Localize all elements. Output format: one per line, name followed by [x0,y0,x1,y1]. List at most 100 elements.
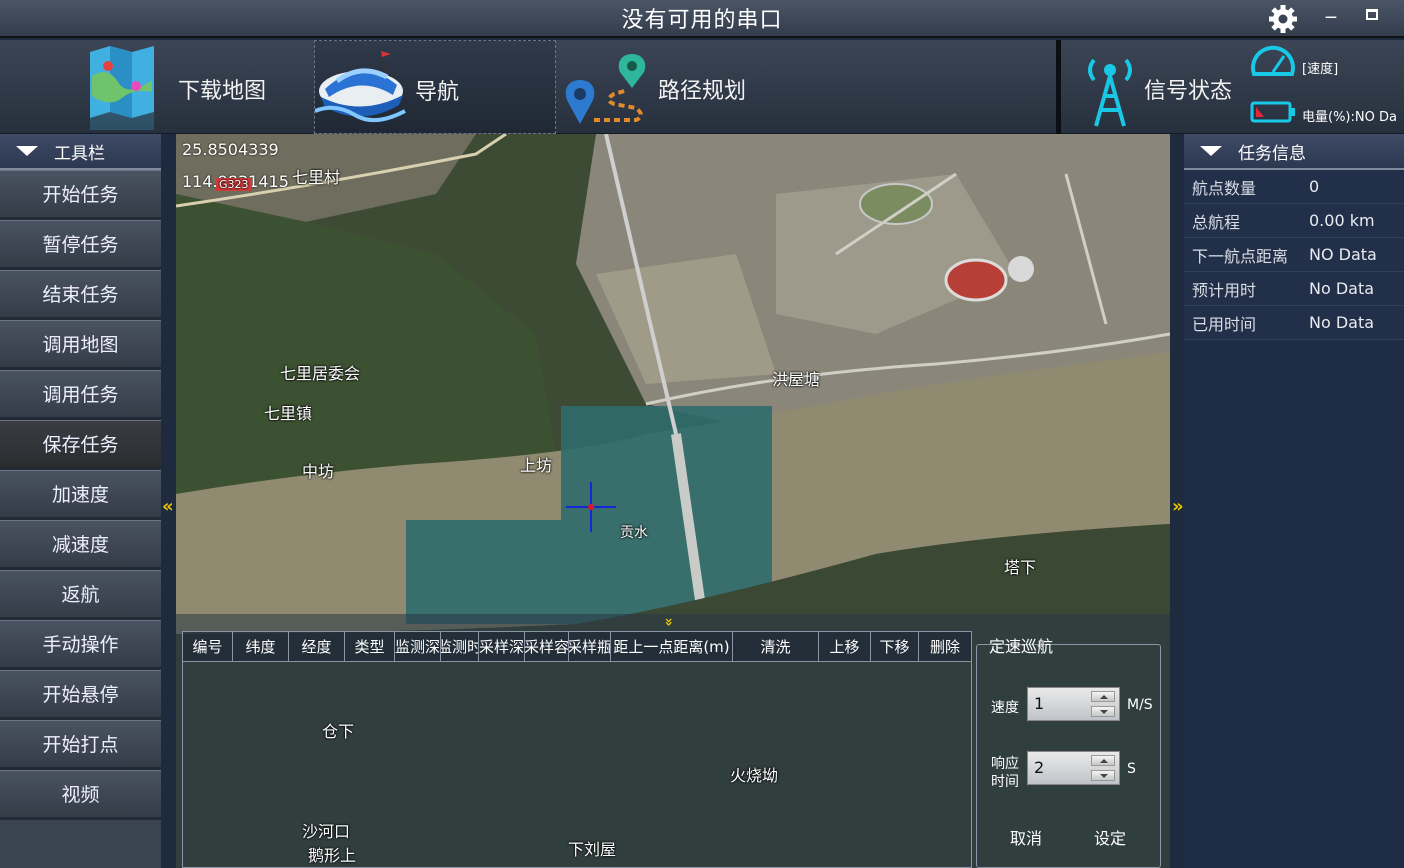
column-header[interactable]: 采样深 [479,632,525,661]
speed-decrement-button[interactable] [1091,706,1115,717]
video-button[interactable]: 视频 [0,770,161,820]
column-header[interactable]: 采样容 [525,632,569,661]
toolbar-title: 工具栏 [54,143,105,164]
info-row: 总航程 0.00 km [1184,204,1404,238]
path-planning-button[interactable]: 路径规划 [556,40,1056,134]
response-time-label: 响应 时间 [991,756,1019,790]
battery-label: 电量(%):NO Da [1302,110,1397,125]
speed-battery-status: [速度] 电量(%):NO Da [1250,44,1404,130]
column-header[interactable]: 上移 [819,632,871,661]
column-header[interactable]: 下移 [871,632,919,661]
map-place-label: 洪屋塘 [772,370,821,389]
toolbar-header[interactable]: 工具栏 [0,134,161,170]
speed-spinbox[interactable]: 1 [1027,687,1120,721]
cruise-set-button[interactable]: 设定 [1094,825,1126,849]
map-place-label: 上坊 [520,456,553,475]
column-header[interactable]: 删除 [919,632,971,661]
waypoint-table-header: 编号 纬度 经度 类型 监测深 监测时 采样深 采样容 采样瓶 距上一点距离(m… [183,632,971,662]
map-place-label: 中坊 [302,462,335,481]
info-key: 航点数量 [1192,178,1257,198]
navigation-label: 导航 [415,80,460,105]
column-header[interactable]: 编号 [183,632,233,661]
speed-field-label: 速度 [991,700,1019,716]
cruise-title: 定速巡航 [989,637,1054,656]
download-map-button[interactable]: 下载地图 [0,40,314,134]
start-marking-button[interactable]: 开始打点 [0,720,161,770]
load-task-button[interactable]: 调用任务 [0,370,161,420]
response-increment-button[interactable] [1091,755,1115,766]
collapse-triangle-icon [16,146,38,156]
load-map-button[interactable]: 调用地图 [0,320,161,370]
speed-increment-button[interactable] [1091,691,1115,702]
start-task-button[interactable]: 开始任务 [0,170,161,220]
info-value: No Data [1309,313,1375,332]
signal-status-label: 信号状态 [1144,79,1233,104]
response-time-spinbox[interactable]: 2 [1027,751,1120,785]
battery-low-icon [1250,101,1295,123]
return-home-button[interactable]: 返航 [0,570,161,620]
info-value: No Data [1309,279,1375,298]
info-row: 已用时间 No Data [1184,306,1404,340]
signal-tower-icon [1088,58,1132,127]
speed-label: [速度] [1302,62,1339,77]
collapse-left-arrow[interactable]: « [162,496,174,517]
collapse-triangle-icon [1200,146,1222,156]
map-place-label: 七里居委会 [280,364,361,383]
column-header[interactable]: 监测深 [395,632,441,661]
waypoint-table[interactable]: 编号 纬度 经度 类型 监测深 监测时 采样深 采样容 采样瓶 距上一点距离(m… [182,631,972,868]
route-pins-icon [565,54,646,124]
response-time-value: 2 [1034,758,1045,777]
info-value: 0.00 km [1309,211,1375,230]
pause-task-button[interactable]: 暂停任务 [0,220,161,270]
start-hover-button[interactable]: 开始悬停 [0,670,161,720]
title-bar: 没有可用的串口 ‒ [0,0,1404,38]
window-title: 没有可用的串口 [621,8,783,33]
task-info-title: 任务信息 [1238,143,1306,164]
map-place-label: 塔下 [1004,558,1037,577]
maximize-button[interactable] [1366,9,1378,20]
navigation-button[interactable]: 导航 [314,40,556,134]
accelerate-button[interactable]: 加速度 [0,470,161,520]
settings-gear-icon[interactable] [1266,2,1300,36]
info-key: 总航程 [1192,212,1241,232]
top-nav: 下载地图 导航 路径规划 信号状态 [速度] 电量(%):NO Da [0,40,1404,134]
speedometer-icon [1251,45,1295,76]
highway-badge: G323 [216,178,252,191]
info-row: 下一航点距离 NO Data [1184,238,1404,272]
collapse-bottom-chevron[interactable]: » [661,617,677,626]
column-header[interactable]: 纬度 [233,632,289,661]
minimize-button[interactable]: ‒ [1322,4,1340,28]
column-header[interactable]: 距上一点距离(m) [611,632,733,661]
left-toolbar: 工具栏 开始任务 暂停任务 结束任务 调用地图 调用任务 保存任务 加速度 减速… [0,134,161,868]
download-map-label: 下载地图 [178,79,267,104]
bottom-panel: » 仓下 火烧坳 沙河口 鹅形上 下刘屋 编号 纬度 经度 类型 监测深 监测时… [176,614,1170,868]
boat-icon [315,50,406,123]
response-time-unit: S [1127,761,1136,777]
column-header[interactable]: 清洗 [733,632,819,661]
map-place-label: 七里镇 [264,404,313,423]
collapse-right-arrow[interactable]: » [1172,496,1184,517]
task-info-header[interactable]: 任务信息 [1184,134,1404,170]
map-place-label: 七里村 [292,168,341,187]
decelerate-button[interactable]: 减速度 [0,520,161,570]
column-header[interactable]: 类型 [345,632,395,661]
manual-control-button[interactable]: 手动操作 [0,620,161,670]
info-row: 航点数量 0 [1184,170,1404,204]
save-task-button[interactable]: 保存任务 [0,420,161,470]
path-planning-label: 路径规划 [658,79,747,104]
task-info-panel: 任务信息 航点数量 0 总航程 0.00 km 下一航点距离 NO Data 预… [1184,134,1404,868]
signal-status-button[interactable]: 信号状态 [1062,40,1252,134]
cruise-cancel-button[interactable]: 取消 [1010,825,1042,849]
column-header[interactable]: 采样瓶 [569,632,611,661]
column-header[interactable]: 经度 [289,632,345,661]
end-task-button[interactable]: 结束任务 [0,270,161,320]
response-decrement-button[interactable] [1091,770,1115,781]
info-key: 已用时间 [1192,314,1257,334]
constant-speed-cruise-group: 定速巡航 速度 1 M/S 响应 时间 2 S 取消 设定 [976,637,1161,868]
info-key: 下一航点距离 [1192,246,1289,266]
speed-unit: M/S [1127,697,1153,713]
nav-separator [1056,40,1061,134]
column-header[interactable]: 监测时 [441,632,479,661]
info-key: 预计用时 [1192,280,1257,300]
info-value: NO Data [1309,245,1377,264]
